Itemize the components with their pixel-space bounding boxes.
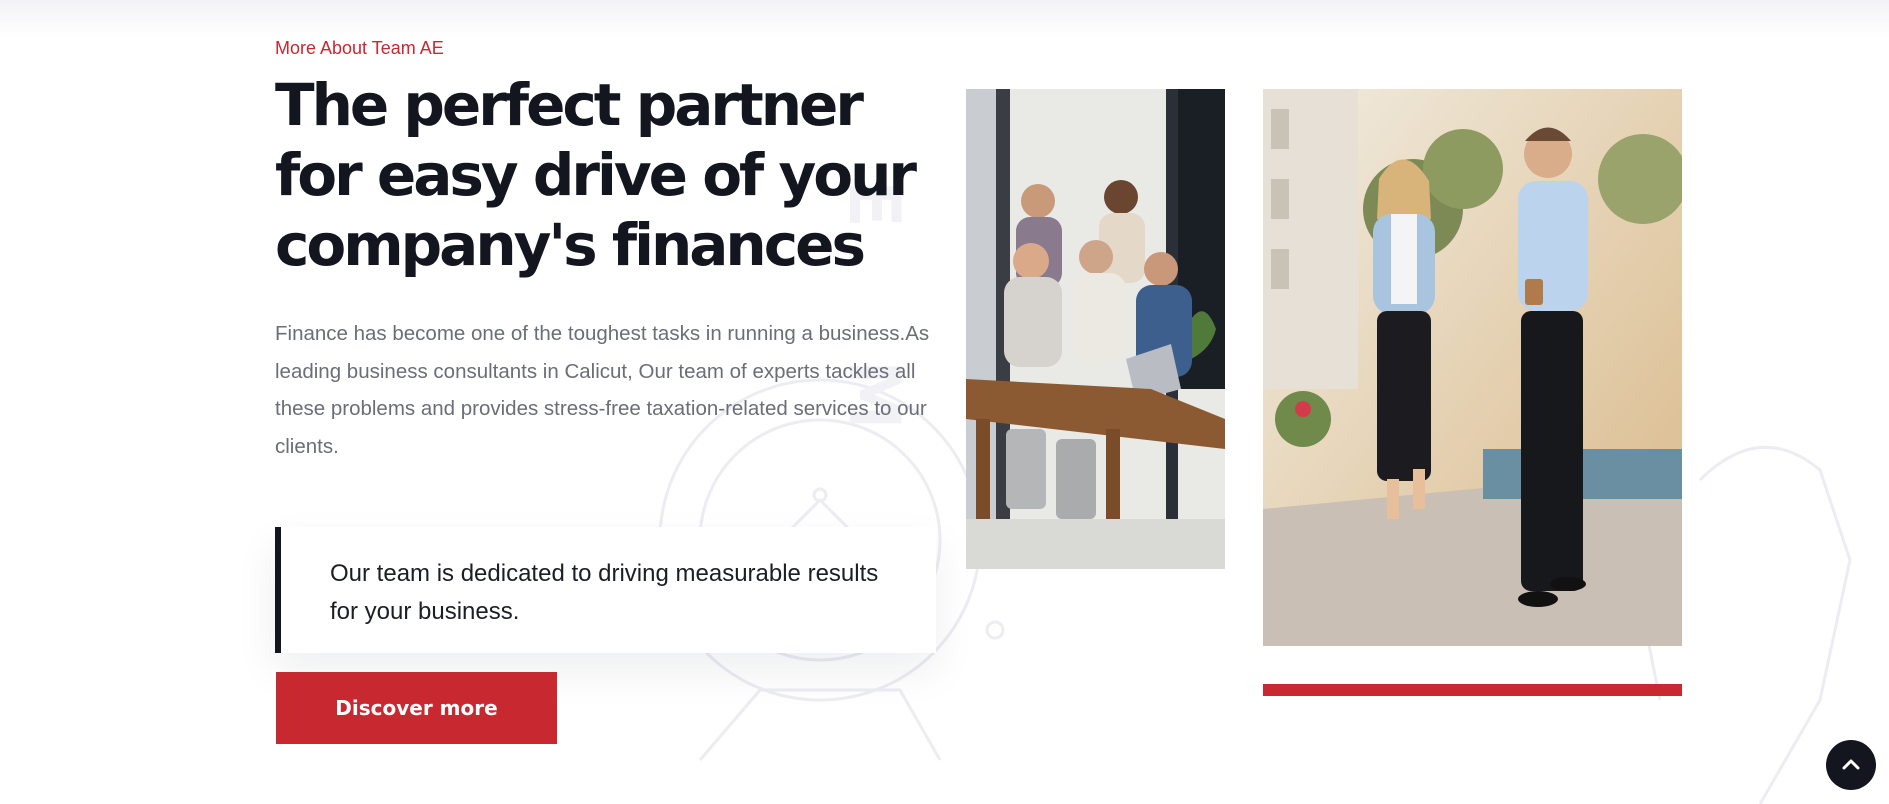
accent-bar xyxy=(1263,684,1682,696)
section-eyebrow: More About Team AE xyxy=(275,38,444,58)
chevron-up-icon xyxy=(1842,759,1860,770)
scroll-to-top-button[interactable] xyxy=(1826,740,1876,790)
quote-text: Our team is dedicated to driving measura… xyxy=(330,560,879,625)
team-meeting-photo xyxy=(966,89,1225,569)
colleagues-walking-photo xyxy=(1263,89,1682,646)
section-description: Finance has become one of the toughest t… xyxy=(275,322,930,458)
header-shadow xyxy=(0,0,1889,38)
section-headline: The perfect partner for easy drive of yo… xyxy=(275,71,917,279)
discover-more-button[interactable]: Discover more xyxy=(276,672,557,744)
quote-card: Our team is dedicated to driving measura… xyxy=(275,527,936,653)
